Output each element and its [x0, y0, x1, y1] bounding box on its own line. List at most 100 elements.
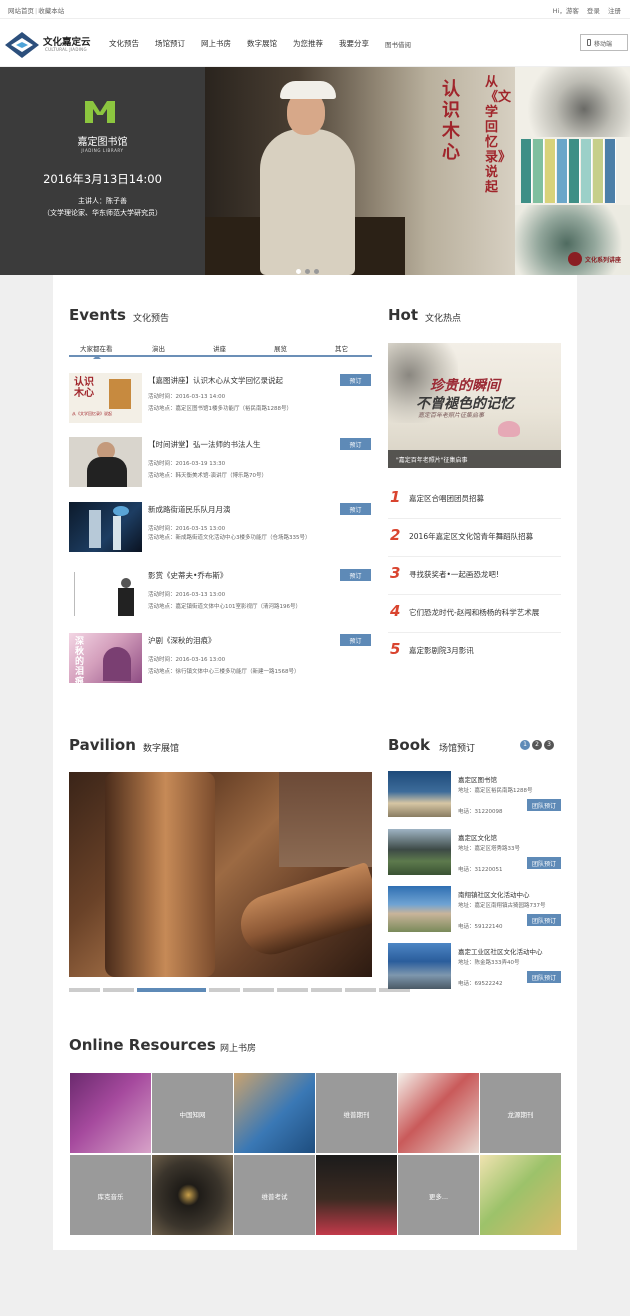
- resource-image-tile[interactable]: [234, 1073, 315, 1153]
- venue-image[interactable]: [388, 886, 451, 932]
- carousel-dots[interactable]: [296, 259, 323, 275]
- venue-image[interactable]: [388, 943, 451, 989]
- pavilion-slide-indicator[interactable]: [69, 988, 100, 992]
- login-link[interactable]: 登录: [587, 7, 600, 15]
- team-booking-button[interactable]: 团队预订: [527, 799, 561, 811]
- resource-image-tile[interactable]: [398, 1073, 479, 1153]
- event-item[interactable]: 新成路街道民乐队月月演 活动时间：2016-03-15 13:00 活动地点：新…: [69, 502, 372, 552]
- favorite-link[interactable]: 收藏本站: [38, 7, 64, 15]
- hot-image-caption[interactable]: "嘉定百年老照片"征集启事: [388, 450, 561, 468]
- hero-banner[interactable]: 嘉定图书馆 JIADING LIBRARY 2016年3月13日14:00 主讲…: [0, 67, 630, 275]
- resource-image-tile[interactable]: [316, 1155, 397, 1235]
- hot-rank: 5: [390, 640, 401, 658]
- venue-item[interactable]: 南翔镇社区文化活动中心 地址：嘉定区南翔镇古猗园路737号 电话：5912214…: [388, 886, 561, 932]
- event-thumbnail[interactable]: [69, 437, 142, 487]
- book-page-button[interactable]: 1: [520, 740, 530, 750]
- register-link[interactable]: 注册: [608, 7, 621, 15]
- event-thumbnail[interactable]: [69, 502, 142, 552]
- team-booking-button[interactable]: 团队预订: [527, 857, 561, 869]
- resource-tile-vip-journal[interactable]: 维普期刊: [316, 1073, 397, 1153]
- book-page-button[interactable]: 2: [532, 740, 542, 750]
- tab-lecture[interactable]: 讲座: [213, 343, 226, 353]
- series-label: 文化系列讲座: [585, 257, 622, 264]
- resource-image-tile[interactable]: [480, 1155, 561, 1235]
- venue-item[interactable]: 嘉定区图书馆 地址：嘉定区裕民南路1288号 电话：31220098 团队预订: [388, 771, 561, 817]
- event-item[interactable]: 【时间讲堂】弘一法师的书法人生 活动时间：2016-03-19 13:30 活动…: [69, 437, 372, 487]
- event-title[interactable]: 【嘉图讲座】认识木心从文学回忆录说起: [148, 375, 283, 386]
- pavilion-slide-indicator[interactable]: [137, 988, 206, 992]
- hot-list-item[interactable]: 2 2016年嘉定区文化馆青年舞蹈队招募: [388, 519, 561, 557]
- carousel-dot[interactable]: [296, 269, 301, 274]
- nav-venue-booking[interactable]: 场馆预订: [155, 38, 185, 49]
- pavilion-slide-indicator[interactable]: [277, 988, 308, 992]
- carousel-dot[interactable]: [314, 269, 319, 274]
- event-item[interactable]: 影赏《史蒂夫•乔布斯》 活动时间：2016-03-13 13:00 活动地点：嘉…: [69, 568, 372, 618]
- resource-tile-kuke-music[interactable]: 库克音乐: [70, 1155, 151, 1235]
- team-booking-button[interactable]: 团队预订: [527, 914, 561, 926]
- resource-tile-longyuan[interactable]: 龙源期刊: [480, 1073, 561, 1153]
- home-link[interactable]: 网站首页: [8, 7, 34, 15]
- venue-item[interactable]: 嘉定工业区社区文化活动中心 地址：陈金路333弄40号 电话：69522242 …: [388, 943, 561, 989]
- tab-performance[interactable]: 演出: [152, 343, 165, 353]
- event-title[interactable]: 沪剧《深秋的泪痕》: [148, 635, 216, 646]
- resource-image-tile[interactable]: [152, 1155, 233, 1235]
- hot-list-item[interactable]: 1 嘉定区合唱团团员招募: [388, 481, 561, 519]
- resource-image-tile[interactable]: [70, 1073, 151, 1153]
- nav-online-library[interactable]: 网上书房: [201, 38, 231, 49]
- hot-item-text[interactable]: 寻找获奖者•一起画恐龙吧!: [409, 569, 499, 580]
- hot-item-text[interactable]: 嘉定区合唱团团员招募: [409, 493, 484, 504]
- venue-item[interactable]: 嘉定区文化馆 地址：嘉定区塔秀路33号 电话：31220051 团队预订: [388, 829, 561, 875]
- carousel-dot[interactable]: [305, 269, 310, 274]
- venue-image[interactable]: [388, 771, 451, 817]
- nav-book-borrow[interactable]: 图书借阅: [385, 39, 411, 49]
- mobile-button[interactable]: 移动端: [580, 34, 628, 51]
- pavilion-slide-indicator[interactable]: [209, 988, 240, 992]
- brand-name[interactable]: 文化嘉定云: [43, 34, 91, 48]
- venue-image[interactable]: [388, 829, 451, 875]
- book-event-button[interactable]: 预订: [340, 374, 371, 386]
- event-time: 活动时间：2016-03-13 14:00: [148, 394, 226, 400]
- pavilion-slide-indicator[interactable]: [345, 988, 376, 992]
- resource-tile-more[interactable]: 更多...: [398, 1155, 479, 1235]
- hot-item-text[interactable]: 它们恐龙时代-赵闯和杨杨的科学艺术展: [409, 607, 539, 618]
- book-page-button[interactable]: 3: [544, 740, 554, 750]
- event-thumbnail[interactable]: 认识木心 从《文学回忆录》说起: [69, 373, 142, 423]
- library-name-en: JIADING LIBRARY: [81, 148, 124, 153]
- team-booking-button[interactable]: 团队预订: [527, 971, 561, 983]
- venue-name[interactable]: 嘉定区图书馆: [458, 774, 497, 784]
- event-thumbnail[interactable]: [69, 568, 142, 618]
- event-item[interactable]: 认识木心 从《文学回忆录》说起 【嘉图讲座】认识木心从文学回忆录说起 活动时间：…: [69, 373, 372, 423]
- book-event-button[interactable]: 预订: [340, 569, 371, 581]
- pavilion-slide-indicator[interactable]: [243, 988, 274, 992]
- brand-logo-icon[interactable]: [4, 31, 40, 59]
- event-title[interactable]: 影赏《史蒂夫•乔布斯》: [148, 570, 227, 581]
- event-title[interactable]: 【时间讲堂】弘一法师的书法人生: [148, 439, 261, 450]
- venue-name[interactable]: 嘉定区文化馆: [458, 832, 497, 842]
- hot-list-item[interactable]: 4 它们恐龙时代-赵闯和杨杨的科学艺术展: [388, 595, 561, 633]
- venue-name[interactable]: 南翔镇社区文化活动中心: [458, 889, 530, 899]
- pavilion-slide-indicator[interactable]: [311, 988, 342, 992]
- tab-other[interactable]: 其它: [335, 343, 348, 353]
- event-thumbnail[interactable]: 深秋的泪痕: [69, 633, 142, 683]
- book-event-button[interactable]: 预订: [340, 438, 371, 450]
- nav-culture-preview[interactable]: 文化预告: [109, 38, 139, 49]
- tab-popular[interactable]: 大家都在看: [80, 343, 113, 353]
- venue-name[interactable]: 嘉定工业区社区文化活动中心: [458, 946, 543, 956]
- venue-address: 地址：嘉定区塔秀路33号: [458, 846, 520, 852]
- event-title[interactable]: 新成路街道民乐队月月演: [148, 504, 231, 515]
- nav-share[interactable]: 我要分享: [339, 38, 369, 49]
- event-item[interactable]: 深秋的泪痕 沪剧《深秋的泪痕》 活动时间：2016-03-16 13:00 活动…: [69, 633, 372, 683]
- book-event-button[interactable]: 预订: [340, 503, 371, 515]
- tab-exhibition[interactable]: 展览: [274, 343, 287, 353]
- hot-item-text[interactable]: 2016年嘉定区文化馆青年舞蹈队招募: [409, 531, 533, 542]
- nav-digital-pavilion[interactable]: 数字展馆: [247, 38, 277, 49]
- pavilion-slide-indicator[interactable]: [103, 988, 134, 992]
- resource-tile-vip-exam[interactable]: 维普考试: [234, 1155, 315, 1235]
- hot-list-item[interactable]: 3 寻找获奖者•一起画恐龙吧!: [388, 557, 561, 595]
- pavilion-slide-image[interactable]: [69, 772, 372, 977]
- hot-list-item[interactable]: 5 嘉定影剧院3月影讯: [388, 633, 561, 671]
- nav-recommend[interactable]: 为您推荐: [293, 38, 323, 49]
- hot-item-text[interactable]: 嘉定影剧院3月影讯: [409, 645, 474, 656]
- resource-tile-cnki[interactable]: 中国知网: [152, 1073, 233, 1153]
- book-event-button[interactable]: 预订: [340, 634, 371, 646]
